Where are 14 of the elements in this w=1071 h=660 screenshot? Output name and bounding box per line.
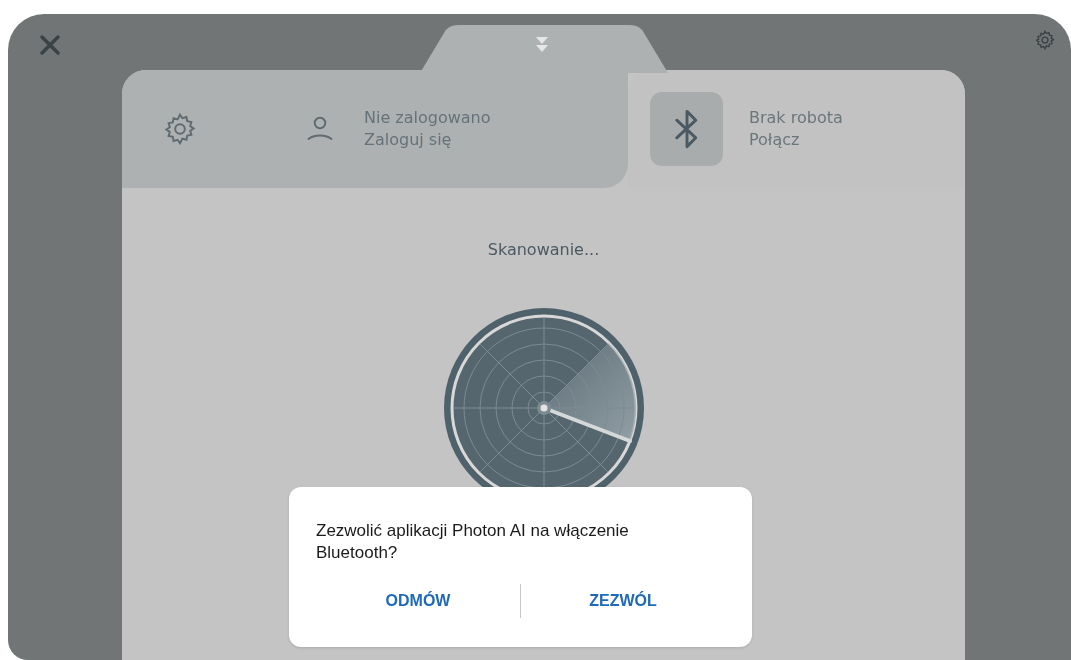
dialog-button[interactable]: ODMÓW bbox=[377, 589, 459, 613]
settings-button[interactable] bbox=[1033, 28, 1057, 52]
settings-icon bbox=[162, 111, 198, 147]
tab-subtitle: Zaloguj się bbox=[364, 129, 453, 151]
tab-title: Nie zalogowano bbox=[364, 107, 491, 129]
status-text: Skanowanie... bbox=[487, 239, 600, 261]
tab-title: Brak robota bbox=[749, 107, 843, 129]
dialog-button[interactable]: ZEZWÓL bbox=[581, 589, 665, 613]
bluetooth-icon bbox=[650, 92, 723, 166]
tab-subtitle: Połącz bbox=[749, 129, 801, 151]
settings-icon bbox=[1034, 29, 1056, 51]
close-icon bbox=[39, 34, 61, 56]
dialog-message: Zezwolić aplikacji Photon AI na włączenie Bluetooth? bbox=[316, 520, 630, 564]
pull-handle[interactable] bbox=[420, 25, 668, 73]
